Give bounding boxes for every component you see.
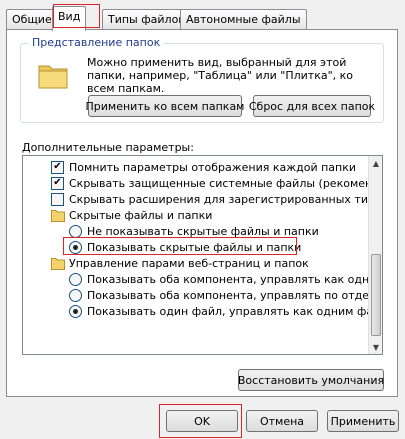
cancel-button[interactable]: Отмена xyxy=(246,410,318,432)
folder-icon xyxy=(38,65,68,89)
folder-view-description: Можно применить вид, выбранный для этой … xyxy=(87,56,354,95)
list-item[interactable]: Не показывать скрытые файлы и папки xyxy=(23,223,370,239)
folder-icon xyxy=(51,209,65,222)
list-item-label: Показывать скрытые файлы и папки xyxy=(87,240,302,254)
list-item: Управление парами веб-страниц и папок xyxy=(23,255,370,271)
restore-defaults-button[interactable]: Восстановить умолчания xyxy=(238,369,384,391)
tab-label: Автономные файлы xyxy=(186,13,301,26)
vertical-scrollbar[interactable]: ▲ ▼ xyxy=(368,156,382,354)
scroll-up-icon[interactable]: ▲ xyxy=(370,156,382,170)
radio-dont-show-hidden[interactable] xyxy=(69,224,82,238)
list-item-label: Показывать один файл, управлять как одни… xyxy=(87,304,370,318)
advanced-settings-label: Дополнительные параметры: xyxy=(22,141,194,154)
reset-all-folders-button[interactable]: Сброс для всех папок xyxy=(249,95,375,117)
tab-file-types[interactable]: Типы файлов xyxy=(102,9,191,30)
apply-to-all-folders-button[interactable]: Применить ко всем папкам xyxy=(86,95,244,117)
checkbox-remember-view[interactable]: ✔ xyxy=(51,160,64,174)
list-item-label: Скрывать защищенные системные файлы (рек… xyxy=(69,176,370,190)
tab-label: Вид xyxy=(58,10,81,23)
radio-show-hidden[interactable] xyxy=(69,240,82,254)
list-item[interactable]: ✔ Скрывать защищенные системные файлы (р… xyxy=(23,175,370,191)
tab-offline-files[interactable]: Автономные файлы xyxy=(180,9,307,30)
list-item[interactable]: Показывать один файл, управлять как одни… xyxy=(23,303,370,319)
list-item-label: Показывать оба компонента, управлять по … xyxy=(87,288,370,302)
tab-label: Типы файлов xyxy=(108,13,185,26)
list-item-label: Скрытые файлы и папки xyxy=(69,208,213,222)
radio-show-one-file[interactable] xyxy=(69,304,82,318)
list-item: Скрытые файлы и папки xyxy=(23,207,370,223)
list-item[interactable]: Показывать скрытые файлы и папки xyxy=(23,239,370,255)
folder-icon xyxy=(51,257,65,270)
tab-view[interactable]: Вид xyxy=(52,6,87,31)
checkbox-hide-extensions[interactable] xyxy=(51,192,64,206)
checkbox-hide-protected[interactable]: ✔ xyxy=(51,176,64,190)
list-item[interactable]: ✔ Помнить параметры отображения каждой п… xyxy=(23,159,370,175)
list-item-label: Управление парами веб-страниц и папок xyxy=(69,256,309,270)
scroll-down-icon[interactable]: ▼ xyxy=(370,340,382,354)
scrollbar-thumb[interactable] xyxy=(371,254,381,336)
list-item-label: Не показывать скрытые файлы и папки xyxy=(87,224,319,238)
apply-button[interactable]: Применить xyxy=(327,410,399,432)
radio-dot xyxy=(73,244,78,250)
radio-show-both-separate[interactable] xyxy=(69,288,82,302)
tab-general[interactable]: Общие xyxy=(6,9,58,30)
list-item[interactable]: Показывать оба компонента, управлять как… xyxy=(23,271,370,287)
list-item[interactable]: Показывать оба компонента, управлять по … xyxy=(23,287,370,303)
list-item-label: Показывать оба компонента, управлять как… xyxy=(87,272,370,286)
ok-button[interactable]: OK xyxy=(166,410,238,432)
tab-label: Общие xyxy=(12,13,52,26)
list-item-label: Помнить параметры отображения каждой пап… xyxy=(69,160,357,174)
list-item[interactable]: Скрывать расширения для зарегистрированн… xyxy=(23,191,370,207)
advanced-settings-list[interactable]: ✔ Помнить параметры отображения каждой п… xyxy=(22,155,383,355)
radio-show-both-single[interactable] xyxy=(69,272,82,286)
list-item-label: Скрывать расширения для зарегистрированн… xyxy=(69,192,370,206)
radio-dot xyxy=(73,308,78,314)
folder-view-title: Представление папок xyxy=(29,36,164,49)
